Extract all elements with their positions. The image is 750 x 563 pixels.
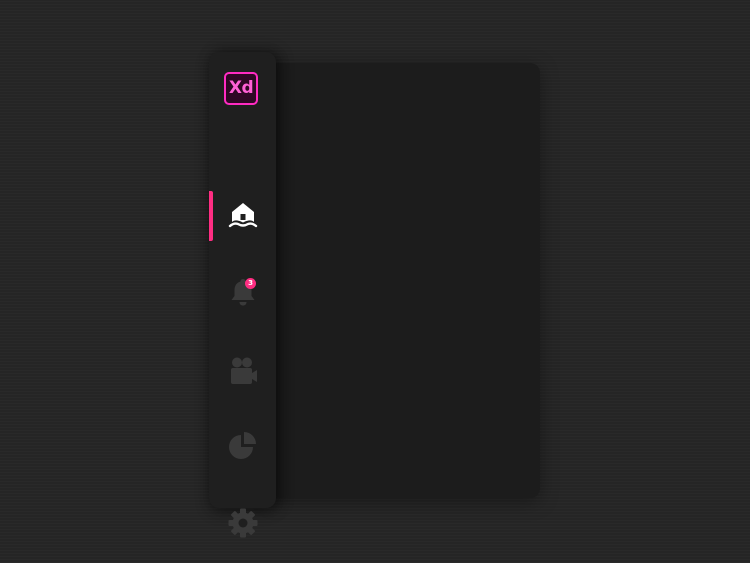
gear-icon	[227, 507, 259, 539]
notification-badge: 3	[245, 278, 256, 289]
logo-text: Xd	[228, 78, 254, 98]
sidebar-item-home[interactable]	[209, 191, 276, 241]
content-panel	[268, 63, 540, 498]
sidebar-item-stats[interactable]	[209, 422, 276, 472]
home-icon	[228, 201, 258, 231]
pie-chart-icon	[227, 431, 259, 463]
sidebar-item-settings[interactable]	[209, 498, 276, 548]
video-camera-icon	[227, 355, 259, 387]
sidebar: Xd 3	[209, 52, 276, 538]
active-indicator	[209, 191, 213, 241]
sidebar-item-notifications[interactable]: 3	[209, 268, 276, 318]
app-canvas: Xd 3	[0, 0, 750, 563]
app-logo[interactable]: Xd	[224, 72, 258, 105]
sidebar-item-video[interactable]	[209, 346, 276, 396]
